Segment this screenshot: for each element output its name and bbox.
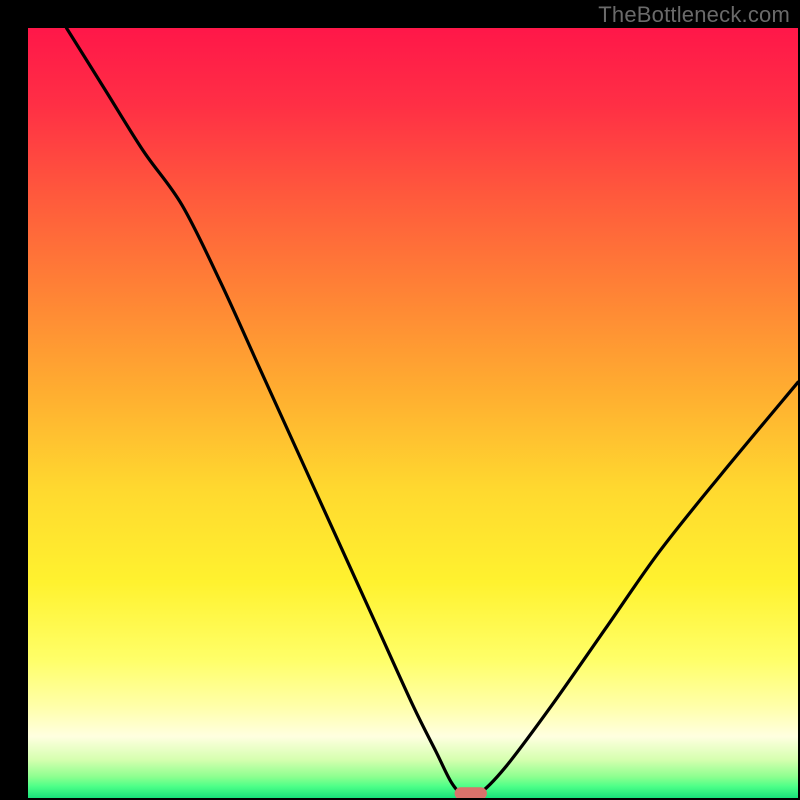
gradient-background [28,28,798,798]
chart-frame: TheBottleneck.com [0,0,800,800]
bottleneck-chart [28,28,798,798]
watermark-text: TheBottleneck.com [598,2,790,28]
optimum-marker [455,787,487,798]
plot-area [28,28,798,798]
